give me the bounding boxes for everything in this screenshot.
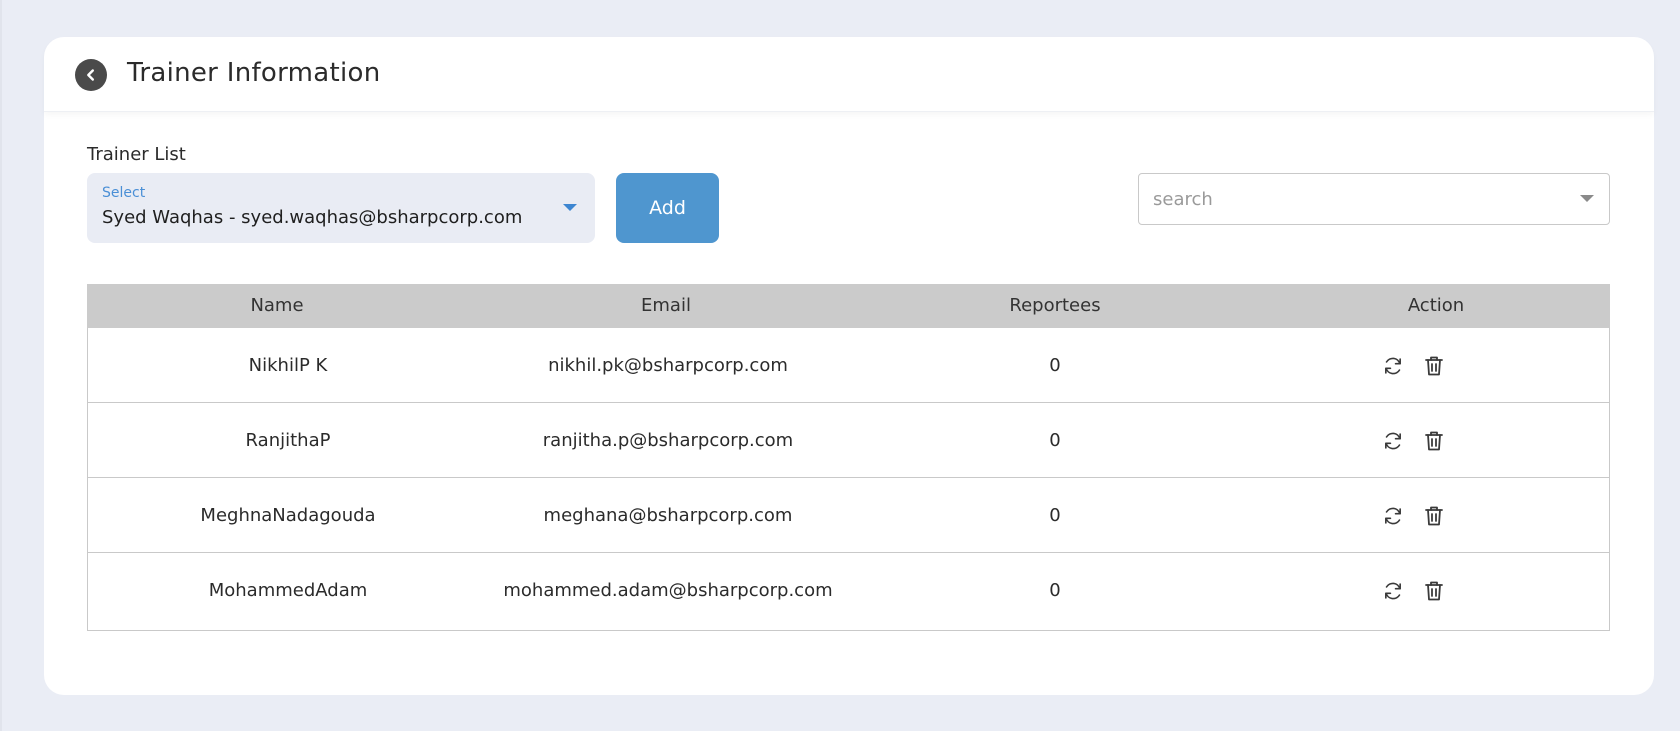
table-header: Name Email Reportees Action: [87, 284, 1610, 328]
cell-email: meghana@bsharpcorp.com: [543, 505, 793, 526]
search-box[interactable]: [1138, 173, 1610, 225]
delete-button[interactable]: [1422, 579, 1446, 603]
delete-button[interactable]: [1422, 504, 1446, 528]
search-dropdown-arrow-icon[interactable]: [1580, 195, 1594, 202]
refresh-icon: [1385, 582, 1401, 599]
cell-reportees: 0: [1049, 505, 1061, 526]
row-actions: [1381, 403, 1446, 478]
refresh-button[interactable]: [1381, 429, 1405, 453]
refresh-button[interactable]: [1381, 579, 1405, 603]
chevron-left-icon: [87, 69, 94, 81]
table-row: NikhilP K nikhil.pk@bsharpcorp.com 0: [88, 328, 1609, 403]
card-header: Trainer Information: [44, 37, 1654, 112]
select-value: Syed Waqhas - syed.waqhas@bsharpcorp.com: [102, 207, 523, 228]
cell-reportees: 0: [1049, 430, 1061, 451]
caret-down-icon[interactable]: [563, 204, 577, 211]
search-input[interactable]: [1139, 174, 1559, 224]
column-header-reportees: Reportees: [1009, 295, 1101, 316]
table-row: MohammedAdam mohammed.adam@bsharpcorp.co…: [88, 553, 1609, 630]
trainer-table: Name Email Reportees Action NikhilP K ni…: [87, 284, 1610, 631]
trash-icon: [1425, 581, 1443, 600]
add-button[interactable]: Add: [616, 173, 719, 243]
delete-button[interactable]: [1422, 354, 1446, 378]
page-edge: [0, 0, 2, 731]
refresh-icon: [1385, 432, 1401, 449]
trash-icon: [1425, 506, 1443, 525]
cell-email: mohammed.adam@bsharpcorp.com: [503, 580, 833, 601]
trash-icon: [1425, 431, 1443, 450]
trash-icon: [1425, 356, 1443, 375]
trainer-card: Trainer Information Trainer List Select …: [44, 37, 1654, 695]
cell-reportees: 0: [1049, 355, 1061, 376]
refresh-button[interactable]: [1381, 354, 1405, 378]
column-header-name: Name: [250, 295, 304, 316]
cell-reportees: 0: [1049, 580, 1061, 601]
delete-button[interactable]: [1422, 429, 1446, 453]
refresh-button[interactable]: [1381, 504, 1405, 528]
row-actions: [1381, 478, 1446, 553]
cell-email: nikhil.pk@bsharpcorp.com: [548, 355, 788, 376]
trainer-list-label: Trainer List: [87, 144, 186, 165]
row-actions: [1381, 328, 1446, 403]
cell-email: ranjitha.p@bsharpcorp.com: [542, 430, 794, 451]
back-button[interactable]: [75, 59, 107, 91]
trainer-select[interactable]: Select Syed Waqhas - syed.waqhas@bsharpc…: [87, 173, 595, 243]
table-row: RanjithaP ranjitha.p@bsharpcorp.com 0: [88, 403, 1609, 478]
column-header-email: Email: [641, 295, 691, 316]
refresh-icon: [1385, 357, 1401, 374]
select-field-label: Select: [102, 185, 146, 201]
column-header-action: Action: [1407, 295, 1465, 316]
page-title: Trainer Information: [127, 58, 381, 88]
row-actions: [1381, 553, 1446, 628]
refresh-icon: [1385, 507, 1401, 524]
table-row: MeghnaNadagouda meghana@bsharpcorp.com 0: [88, 478, 1609, 553]
